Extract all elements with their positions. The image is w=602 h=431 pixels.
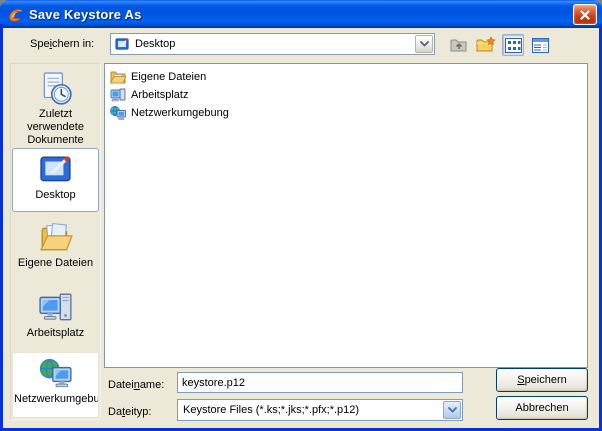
chevron-down-icon	[420, 41, 429, 47]
recent-documents-icon	[39, 72, 73, 106]
sidebar-item-desktop[interactable]: Desktop	[12, 148, 99, 212]
cancel-button[interactable]: Abbrechen	[496, 396, 588, 420]
list-item-label: Eigene Dateien	[131, 71, 206, 83]
sidebar-item-label: Netzwerkumgebung	[13, 393, 98, 406]
network-icon	[110, 105, 126, 121]
chevron-down-icon	[448, 407, 457, 413]
save-keystore-dialog: Save Keystore As Speichern in: Desktop	[0, 0, 602, 431]
file-type-combobox[interactable]: Keystore Files (*.ks;*.jks;*.pfx;*.p12)	[177, 399, 463, 421]
look-in-label: Speichern in:	[30, 38, 94, 50]
new-folder-icon	[476, 36, 496, 54]
location-value: Desktop	[135, 38, 175, 50]
documents-folder-icon	[110, 69, 126, 85]
desktop-icon	[39, 153, 73, 187]
file-type-dropdown-button[interactable]	[443, 401, 461, 419]
list-view-icon	[505, 38, 522, 53]
network-places-icon	[39, 357, 73, 391]
sidebar-item-label: Desktop	[13, 189, 98, 202]
up-one-level-icon	[450, 37, 468, 53]
new-folder-button[interactable]	[475, 34, 497, 56]
details-view-button[interactable]	[529, 34, 551, 56]
list-view-button[interactable]	[502, 34, 524, 56]
my-computer-icon	[39, 291, 73, 325]
file-type-label: Dateityp:	[108, 406, 151, 418]
sidebar-item-label: Eigene Dateien	[13, 257, 98, 270]
file-list[interactable]: Eigene Dateien Arbeitsplatz Netzwerkumge…	[104, 63, 588, 368]
list-item-label: Arbeitsplatz	[131, 89, 188, 101]
list-item[interactable]: Eigene Dateien	[110, 68, 587, 85]
sidebar-item-recent-documents[interactable]: Zuletzt verwendete Dokumente	[12, 67, 99, 147]
list-item[interactable]: Netzwerkumgebung	[110, 104, 587, 121]
sidebar-item-my-documents[interactable]: Eigene Dateien	[12, 216, 99, 282]
up-one-level-button[interactable]	[448, 34, 470, 56]
window-title: Save Keystore As	[29, 7, 142, 22]
file-type-value: Keystore Files (*.ks;*.jks;*.pfx;*.p12)	[178, 404, 359, 416]
list-item-label: Netzwerkumgebung	[131, 107, 229, 119]
my-documents-icon	[39, 221, 73, 255]
location-combobox[interactable]: Desktop	[110, 33, 435, 55]
desktop-icon	[115, 37, 130, 52]
location-dropdown-button[interactable]	[415, 35, 433, 53]
chooser-toolbar	[448, 33, 551, 57]
computer-icon	[110, 87, 126, 103]
file-name-input[interactable]	[177, 372, 463, 393]
keystore-swirl-icon	[7, 6, 24, 23]
sidebar-item-my-computer[interactable]: Arbeitsplatz	[12, 286, 99, 348]
details-view-icon	[532, 38, 549, 53]
save-button[interactable]: Speichern	[496, 368, 588, 392]
sidebar-item-label: Arbeitsplatz	[13, 327, 98, 340]
sidebar-item-network-places[interactable]: Netzwerkumgebung	[12, 352, 99, 418]
close-icon	[579, 9, 591, 21]
file-name-label: Dateiname:	[108, 379, 164, 391]
sidebar-item-label: Zuletzt verwendete Dokumente	[13, 108, 98, 147]
title-bar[interactable]: Save Keystore As	[0, 0, 602, 28]
list-item[interactable]: Arbeitsplatz	[110, 86, 587, 103]
close-button[interactable]	[573, 4, 597, 25]
places-sidebar: Zuletzt verwendete Dokumente Desktop Eig…	[10, 63, 101, 420]
window-border-left	[0, 24, 3, 431]
